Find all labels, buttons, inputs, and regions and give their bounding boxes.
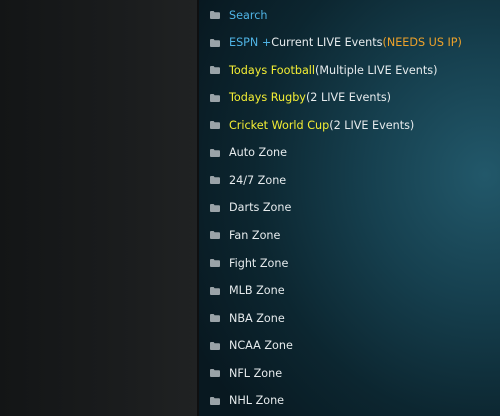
menu-item[interactable]: Fan Zone [209,225,280,245]
menu-item-label-segment: (Multiple LIVE Events) [315,63,438,77]
menu-item-label-segment: Fan Zone [229,228,281,242]
menu-item[interactable]: Cricket World Cup (2 LIVE Events) [209,115,414,135]
folder-icon [209,93,221,103]
menu-item[interactable]: NHL Zone [209,391,284,411]
folder-icon [209,175,221,185]
folder-icon [209,341,221,351]
menu-item[interactable]: Todays Football (Multiple LIVE Events) [209,60,437,80]
folder-icon [209,286,221,296]
menu-item-label-segment: NCAA Zone [229,339,293,353]
folder-icon [209,203,221,213]
menu-item-label-segment: Cricket World Cup [229,118,330,132]
folder-icon [209,258,221,268]
menu-item-label-segment: MLB Zone [229,284,285,297]
menu-item[interactable]: ESPN + Current LIVE Events (NEEDS US IP) [209,33,462,53]
folder-icon [209,65,221,75]
menu-item-label-segment: Auto Zone [229,146,288,160]
menu-item-label-segment: Current LIVE Events [271,36,383,49]
menu-item[interactable]: 24/7 Zone [209,170,286,190]
menu-item-label-segment: NFL Zone [229,366,283,380]
menu-item-label-segment: NBA Zone [229,311,285,325]
menu-item[interactable]: Todays Rugby (2 LIVE Events) [209,88,391,108]
menu-item-label-segment: Todays Rugby [229,91,306,105]
menu-item[interactable]: NBA Zone [209,308,285,328]
menu-item-label-segment: (2 LIVE Events) [329,118,415,132]
folder-icon [209,38,221,48]
menu-item-label-segment: (NEEDS US IP) [382,36,462,49]
menu-item-label-segment: Todays Football [229,63,316,77]
menu-item[interactable]: Fight Zone [209,253,288,273]
folder-icon [209,230,221,240]
folder-icon [209,396,221,406]
menu-item-label-segment: NHL Zone [229,394,285,408]
menu-item[interactable]: Search [209,5,267,25]
folder-icon [209,148,221,158]
menu-item[interactable]: NFL Zone [209,363,282,383]
menu-item-label-segment: Fight Zone [229,256,289,270]
addon-menu-panel: Search ESPN + Current LIVE Events (NEEDS … [199,0,500,416]
menu-item-label-segment: (2 LIVE Events) [305,91,392,105]
folder-icon [209,120,221,130]
menu-item[interactable]: MLB Zone [209,281,285,301]
menu-item-label-segment: Darts Zone [229,201,292,215]
menu-item-label-segment: 24/7 Zone [229,173,287,187]
menu-item-label-segment: ESPN + [229,36,272,49]
menu-item-label-segment: Search [229,8,268,22]
sidebar-panel [0,0,198,416]
folder-icon [209,368,221,378]
folder-icon [209,10,221,20]
menu-item[interactable]: Darts Zone [209,198,291,218]
folder-icon [209,313,221,323]
menu-item[interactable]: NCAA Zone [209,336,293,356]
menu-item[interactable]: Auto Zone [209,143,287,163]
